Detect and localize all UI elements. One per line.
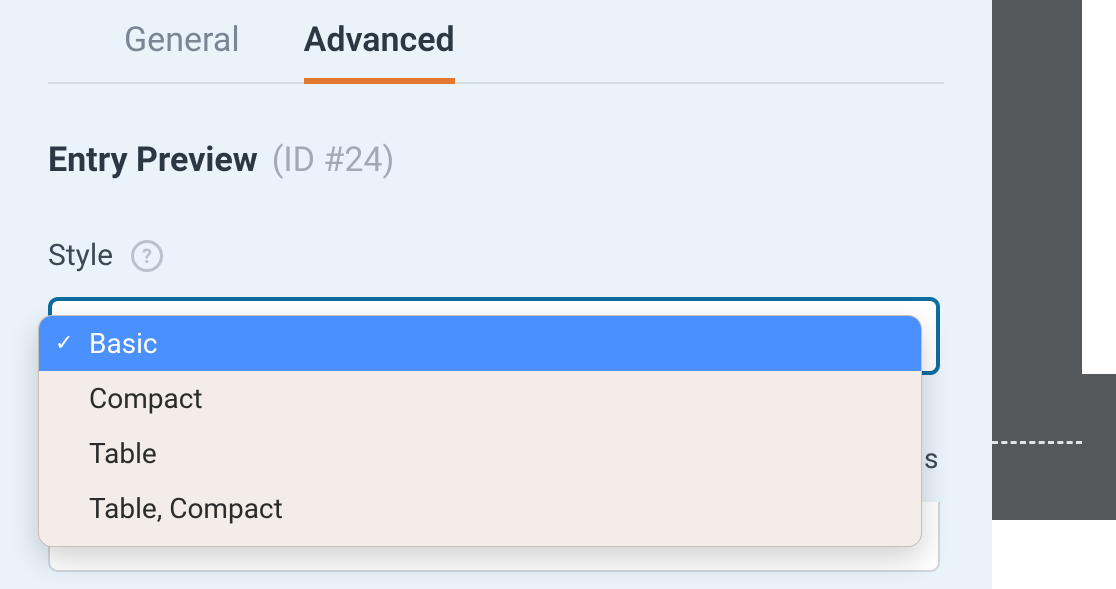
section-id-label: (ID #24)	[272, 140, 395, 180]
field-style-label: Style	[48, 238, 113, 273]
section-title-text: Entry Preview	[48, 140, 258, 180]
settings-panel: General Advanced Entry Preview (ID #24) …	[0, 0, 992, 589]
check-icon: ✓	[55, 331, 77, 356]
sidebar-notch	[1082, 374, 1116, 520]
dropdown-option-label: Table, Compact	[89, 492, 283, 525]
tab-advanced[interactable]: Advanced	[304, 20, 455, 82]
tab-general[interactable]: General	[124, 20, 240, 82]
dropdown-option-table-compact[interactable]: ✓ Table, Compact	[39, 481, 921, 536]
field-style-row: Style ?	[48, 238, 944, 273]
dropdown-option-basic[interactable]: ✓ Basic	[39, 316, 921, 371]
section-entry-preview: Entry Preview (ID #24) Style ? ✓ Basic ✓…	[0, 84, 992, 375]
dropdown-option-compact[interactable]: ✓ Compact	[39, 371, 921, 426]
obscured-text-fragment: s	[924, 442, 938, 475]
sidebar-divider	[992, 441, 1082, 444]
dropdown-option-table[interactable]: ✓ Table	[39, 426, 921, 481]
help-icon[interactable]: ?	[131, 240, 163, 272]
dropdown-option-label: Compact	[89, 382, 203, 415]
style-dropdown: ✓ Basic ✓ Compact ✓ Table ✓ Table, Compa…	[38, 315, 922, 547]
dropdown-option-label: Table	[89, 437, 157, 470]
section-title: Entry Preview (ID #24)	[48, 140, 944, 180]
dropdown-option-label: Basic	[89, 327, 158, 360]
sidebar-handle-bottom	[992, 374, 1082, 520]
style-select-wrapper: ✓ Basic ✓ Compact ✓ Table ✓ Table, Compa…	[48, 297, 944, 375]
right-sidebar-strip	[992, 0, 1116, 589]
sidebar-handle-top	[992, 0, 1082, 374]
tabs-bar: General Advanced	[48, 0, 944, 84]
background-area	[1082, 0, 1116, 374]
